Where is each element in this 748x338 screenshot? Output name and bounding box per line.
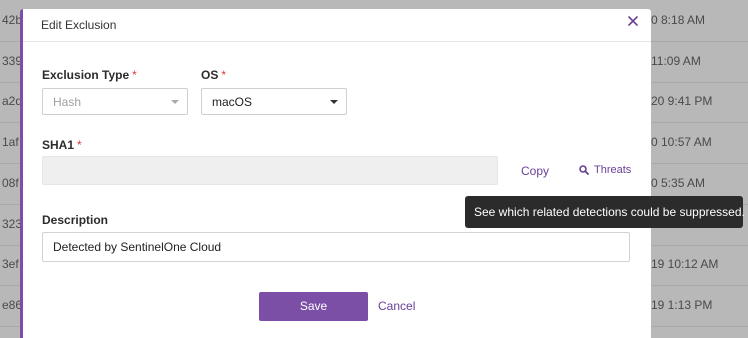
row-time: 20 9:41 PM bbox=[651, 94, 713, 108]
close-icon[interactable] bbox=[625, 15, 641, 31]
row-id: 323 bbox=[2, 217, 20, 231]
row-id: 1af bbox=[2, 135, 19, 149]
dialog-title: Edit Exclusion bbox=[41, 18, 117, 32]
sha1-label: SHA1 * bbox=[42, 138, 82, 152]
row-time: 0 10:57 AM bbox=[651, 135, 712, 149]
exclusion-type-select: Hash bbox=[42, 88, 188, 115]
required-mark: * bbox=[77, 138, 82, 152]
row-time: 0 5:35 AM bbox=[651, 176, 706, 190]
os-label: OS * bbox=[201, 68, 226, 82]
exclusion-type-value: Hash bbox=[53, 95, 82, 109]
row-time: 0 8:18 AM bbox=[651, 13, 706, 27]
row-id: 42b bbox=[2, 13, 20, 27]
threats-link[interactable]: Threats bbox=[579, 164, 631, 176]
chevron-down-icon bbox=[171, 100, 179, 104]
row-id: a2d bbox=[2, 94, 20, 108]
description-label: Description bbox=[42, 213, 109, 227]
row-id: 3ef bbox=[2, 257, 19, 271]
cancel-button[interactable]: Cancel bbox=[378, 299, 415, 313]
exclusion-type-label: Exclusion Type * bbox=[42, 68, 137, 82]
exclusion-type-label-text: Exclusion Type bbox=[42, 68, 130, 82]
os-select[interactable]: macOS bbox=[201, 88, 347, 115]
sha1-field[interactable] bbox=[42, 156, 498, 185]
description-input[interactable]: Detected by SentinelOne Cloud bbox=[42, 232, 630, 262]
search-icon bbox=[579, 165, 589, 175]
row-time: 11:09 AM bbox=[651, 54, 701, 68]
chevron-down-icon bbox=[330, 100, 338, 104]
row-id: 339 bbox=[2, 54, 20, 68]
row-id: 08f bbox=[2, 176, 19, 190]
threats-tooltip: See which related detections could be su… bbox=[465, 196, 745, 228]
sha1-label-text: SHA1 bbox=[42, 138, 75, 152]
threats-label: Threats bbox=[594, 164, 632, 176]
required-mark: * bbox=[221, 68, 227, 82]
required-mark: * bbox=[132, 68, 137, 82]
save-button[interactable]: Save bbox=[259, 292, 368, 321]
edit-exclusion-dialog: Edit Exclusion Exclusion Type * Hash OS * … bbox=[20, 9, 651, 338]
dialog-header: Edit Exclusion bbox=[23, 9, 651, 42]
row-id: e86 bbox=[2, 298, 20, 312]
copy-link[interactable]: Copy bbox=[521, 164, 549, 178]
os-label-text: OS bbox=[201, 68, 219, 82]
row-time: 19 10:12 AM bbox=[651, 257, 719, 271]
os-value: macOS bbox=[212, 95, 253, 109]
row-time: 19 1:13 PM bbox=[651, 298, 713, 312]
